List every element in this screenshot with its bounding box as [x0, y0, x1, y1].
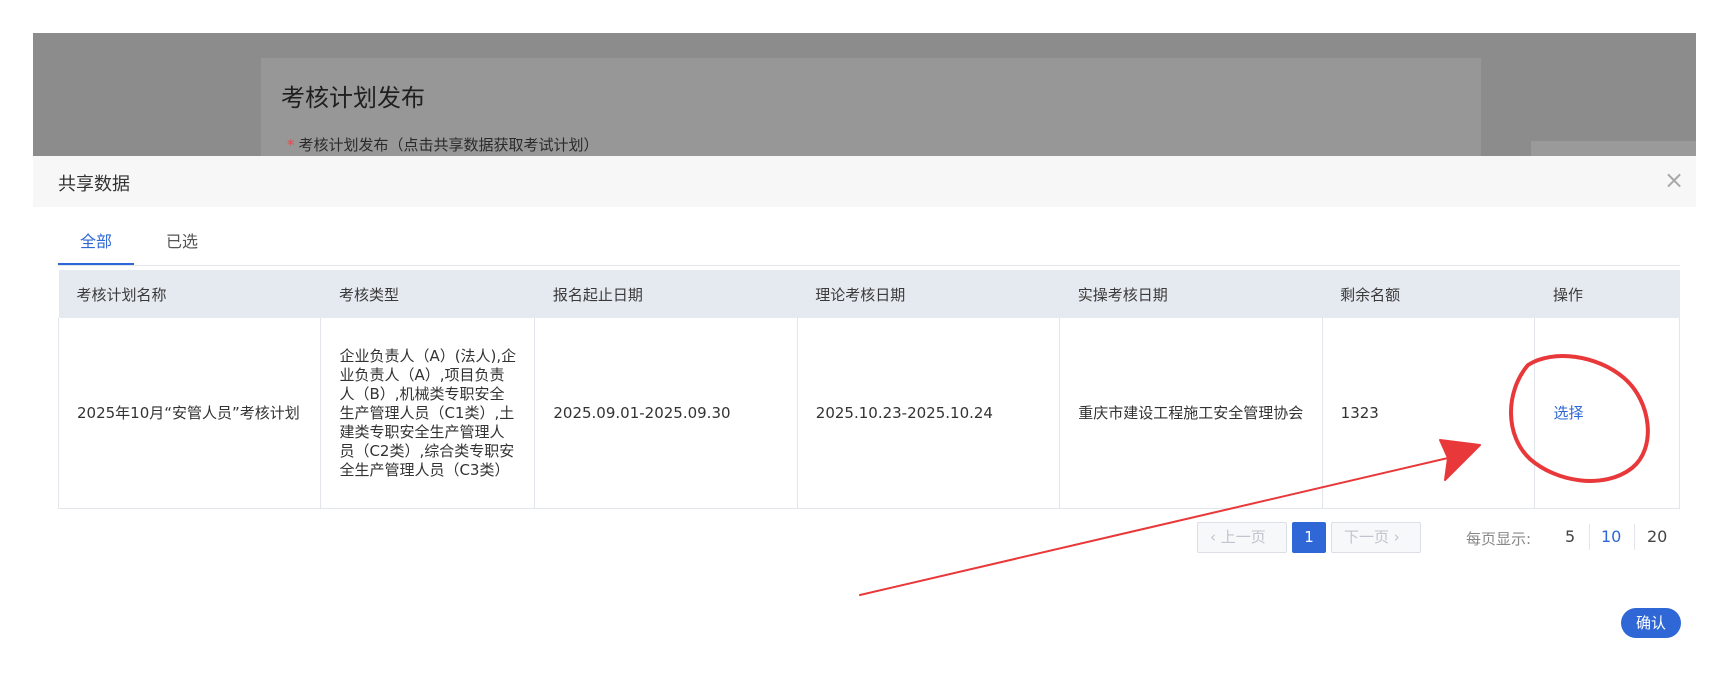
next-page-label: 下一页 — [1344, 528, 1390, 546]
cell-signup-dates: 2025.09.01-2025.09.30 — [534, 318, 798, 509]
page-size-divider — [1589, 524, 1590, 550]
chevron-right-icon: › — [1393, 528, 1400, 546]
shared-data-modal: 共享数据 × 全部 已选 考核计划名称 考核类型 报名起止日期 理论考核日期 实… — [33, 156, 1696, 645]
col-type: 考核类型 — [320, 270, 535, 318]
cell-plan-name: 2025年10月“安管人员”考核计划 — [57, 318, 321, 509]
col-action: 操作 — [1534, 270, 1680, 318]
cell-type: 企业负责人（A）(法人),企业负责人（A）,项目负责人（B）,机械类专职安全生产… — [320, 318, 535, 509]
page-size-20[interactable]: 20 — [1647, 527, 1667, 546]
cell-action: 选择 — [1534, 318, 1680, 509]
col-signup-dates: 报名起止日期 — [534, 270, 798, 318]
cell-theory-date: 2025.10.23-2025.10.24 — [796, 318, 1060, 509]
select-link[interactable]: 选择 — [1553, 404, 1583, 422]
close-icon[interactable]: × — [1662, 168, 1686, 192]
tab-selected[interactable]: 已选 — [157, 228, 207, 263]
pagination: ‹ 上一页 1 下一页 › — [1197, 522, 1421, 553]
page-size-divider — [1634, 524, 1635, 550]
col-plan-name: 考核计划名称 — [58, 270, 321, 318]
current-page-button[interactable]: 1 — [1292, 522, 1326, 553]
page-size-label: 每页显示: — [1466, 530, 1532, 548]
table-row: 2025年10月“安管人员”考核计划 企业负责人（A）(法人),企业负责人（A）… — [57, 318, 1680, 509]
col-remaining: 剩余名额 — [1322, 270, 1535, 318]
prev-page-button[interactable]: ‹ 上一页 — [1197, 522, 1287, 553]
page-size-10[interactable]: 10 — [1601, 527, 1621, 546]
prev-page-label: 上一页 — [1220, 528, 1266, 546]
cell-remaining: 1323 — [1321, 318, 1535, 509]
modal-title: 共享数据 — [58, 174, 130, 195]
page-size-5[interactable]: 5 — [1565, 527, 1575, 546]
cell-practice-date: 重庆市建设工程施工安全管理协会 — [1059, 318, 1323, 509]
tabs: 全部 已选 — [58, 228, 1680, 266]
col-practice-date: 实操考核日期 — [1059, 270, 1323, 318]
tab-all[interactable]: 全部 — [58, 228, 134, 265]
next-page-button[interactable]: 下一页 › — [1331, 522, 1421, 553]
confirm-button[interactable]: 确认 — [1621, 608, 1681, 638]
required-mark: * — [287, 136, 295, 154]
table-header-row: 考核计划名称 考核类型 报名起止日期 理论考核日期 实操考核日期 剩余名额 操作 — [58, 270, 1680, 318]
col-theory-date: 理论考核日期 — [797, 270, 1060, 318]
background-field-label: * 考核计划发布（点击共享数据获取考试计划） — [287, 134, 599, 155]
modal-header: 共享数据 × — [33, 156, 1696, 207]
field-label-text: 考核计划发布（点击共享数据获取考试计划） — [298, 136, 599, 154]
background-page-title: 考核计划发布 — [281, 84, 425, 112]
chevron-left-icon: ‹ — [1210, 528, 1216, 546]
data-table: 考核计划名称 考核类型 报名起止日期 理论考核日期 实操考核日期 剩余名额 操作… — [57, 270, 1680, 509]
